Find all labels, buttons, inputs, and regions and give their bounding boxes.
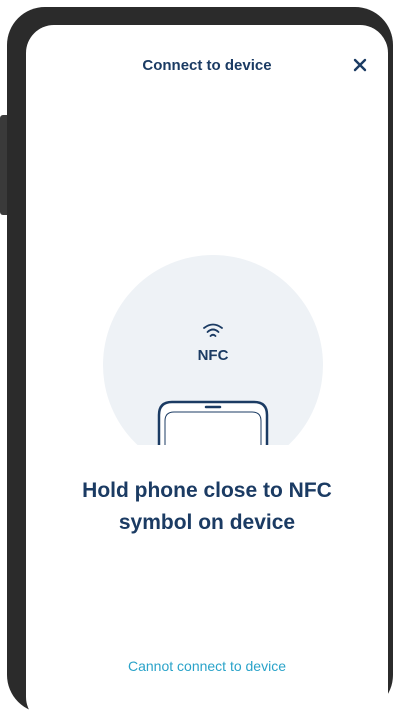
page-title: Connect to device bbox=[142, 57, 272, 74]
nfc-label: NFC bbox=[197, 347, 229, 364]
close-icon bbox=[353, 58, 367, 72]
app-screen: Connect to device NFC Hold phone close t… bbox=[26, 25, 388, 718]
nfc-wave-icon bbox=[203, 323, 223, 337]
cannot-connect-link[interactable]: Cannot connect to device bbox=[26, 658, 388, 674]
close-button[interactable] bbox=[346, 51, 374, 79]
instruction-text: Hold phone close to NFC symbol on device bbox=[82, 479, 332, 534]
nfc-illustration: NFC bbox=[103, 255, 323, 445]
phone-outline-icon bbox=[157, 400, 269, 445]
device-frame: Connect to device NFC Hold phone close t… bbox=[7, 7, 393, 718]
